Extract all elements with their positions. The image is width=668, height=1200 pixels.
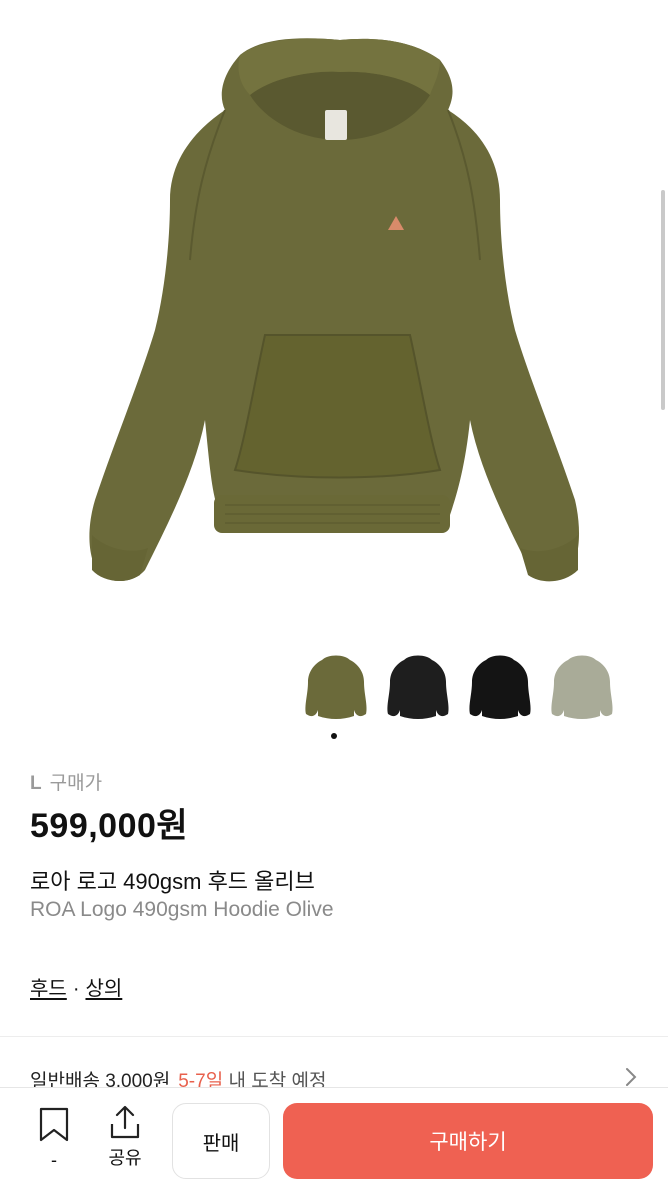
share-label: 공유 bbox=[108, 1148, 142, 1168]
hoodie-thumb-icon bbox=[469, 655, 531, 719]
bookmark-button[interactable]: - bbox=[34, 1106, 74, 1176]
hoodie-thumb-icon bbox=[551, 655, 613, 719]
carousel-indicator bbox=[331, 733, 337, 739]
thumbnail-black-1[interactable] bbox=[382, 650, 454, 726]
thumbnail-sage[interactable] bbox=[546, 650, 618, 726]
share-button[interactable]: 공유 bbox=[102, 1104, 148, 1176]
size-value: L bbox=[30, 773, 42, 794]
product-title-ko: 로아 로고 490gsm 후드 올리브 bbox=[30, 869, 315, 894]
product-image[interactable] bbox=[0, 0, 668, 640]
hoodie-thumb-icon bbox=[387, 655, 449, 719]
hoodie-illustration bbox=[89, 38, 580, 582]
thumbnail-black-2[interactable] bbox=[464, 650, 536, 726]
scrollbar[interactable] bbox=[661, 190, 665, 410]
product-price: 599,000원 bbox=[30, 807, 189, 845]
color-thumbnails bbox=[300, 650, 620, 730]
sell-button[interactable]: 판매 bbox=[172, 1103, 270, 1179]
category-separator: · bbox=[72, 978, 80, 1000]
product-title-en: ROA Logo 490gsm Hoodie Olive bbox=[30, 898, 334, 921]
share-icon bbox=[110, 1105, 140, 1139]
category-breadcrumb: 후드 · 상의 bbox=[30, 972, 122, 1001]
bottom-action-bar: - 공유 판매 구매하기 bbox=[0, 1087, 668, 1200]
buy-button[interactable]: 구매하기 bbox=[283, 1103, 653, 1179]
divider bbox=[0, 1036, 668, 1037]
size-price-label: L 구매가 bbox=[30, 768, 102, 795]
bookmark-icon bbox=[39, 1107, 69, 1142]
chevron-right-icon[interactable] bbox=[624, 1066, 638, 1088]
category-link-tops[interactable]: 상의 bbox=[85, 978, 122, 1000]
bookmark-count: - bbox=[51, 1150, 57, 1170]
price-label: 구매가 bbox=[49, 773, 103, 794]
thumbnail-olive[interactable] bbox=[300, 650, 372, 726]
hoodie-thumb-icon bbox=[305, 655, 367, 719]
category-link-hoodie[interactable]: 후드 bbox=[30, 978, 67, 1000]
